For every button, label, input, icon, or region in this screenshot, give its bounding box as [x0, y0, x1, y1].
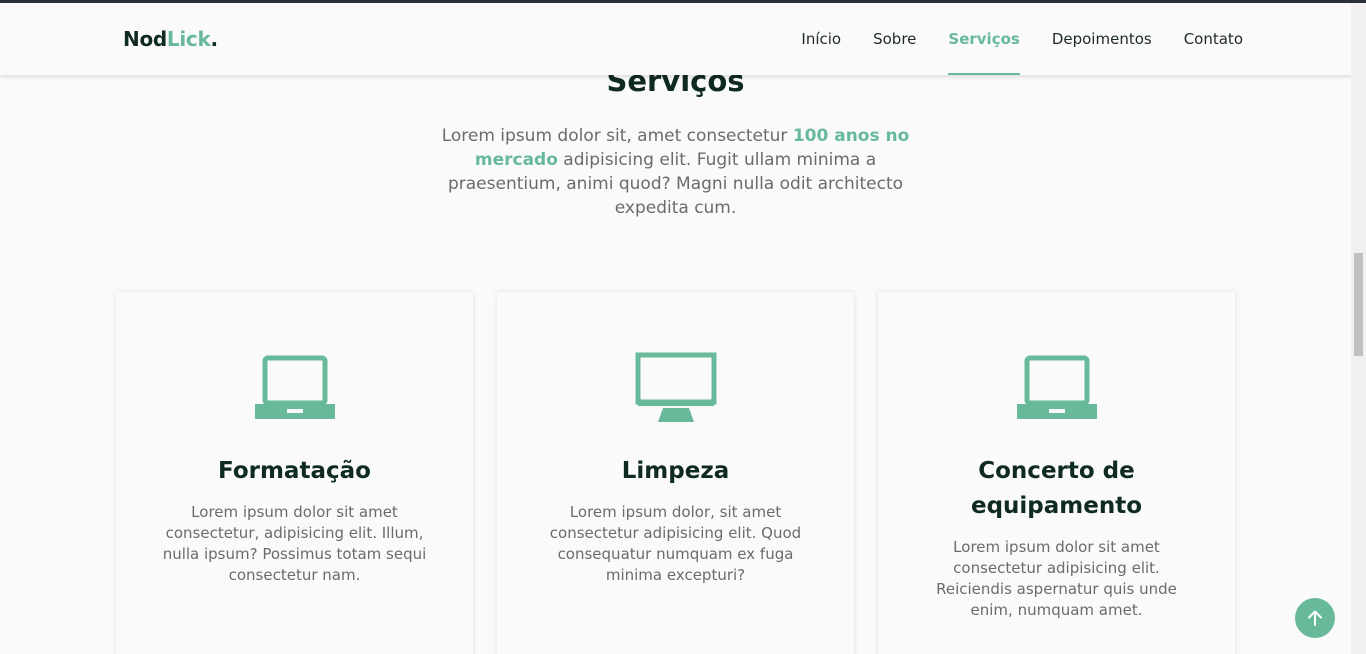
- arrow-up-icon: [1308, 610, 1322, 626]
- service-card-text: Lorem ipsum dolor, sit amet consectetur …: [549, 503, 802, 584]
- scrollbar-thumb[interactable]: [1354, 253, 1363, 356]
- laptop-icon: [116, 352, 473, 422]
- nav-item-inicio[interactable]: Início: [801, 3, 841, 75]
- service-card-concerto: Concerto de equipamento Lorem ipsum dolo…: [878, 292, 1235, 654]
- scroll-to-top-button[interactable]: [1295, 598, 1335, 638]
- nav-item-depoimentos[interactable]: Depoimentos: [1052, 3, 1152, 75]
- window-top-border: [0, 0, 1366, 3]
- service-card-title: Concerto de equipamento: [970, 458, 1143, 519]
- brand-logo[interactable]: NodLick.: [123, 27, 218, 51]
- nav-item-sobre[interactable]: Sobre: [873, 3, 916, 75]
- laptop-icon: [878, 352, 1235, 422]
- brand-dot: .: [210, 27, 218, 51]
- service-card-formatacao: Formatação Lorem ipsum dolor sit amet co…: [116, 292, 473, 654]
- section-description: Lorem ipsum dolor sit, amet consectetur …: [420, 124, 931, 220]
- page-scrollbar[interactable]: [1351, 3, 1366, 654]
- service-card-text: Lorem ipsum dolor sit amet consectetur a…: [936, 538, 1177, 619]
- service-card-text: Lorem ipsum dolor sit amet consectetur, …: [162, 503, 427, 584]
- service-card-title: Formatação: [218, 458, 371, 484]
- brand-name-part1: Nod: [123, 27, 167, 51]
- main-nav: Início Sobre Serviços Depoimentos Contat…: [801, 3, 1243, 75]
- nav-item-servicos[interactable]: Serviços: [948, 3, 1021, 75]
- service-card-limpeza: Limpeza Lorem ipsum dolor, sit amet cons…: [497, 292, 854, 654]
- nav-item-contato[interactable]: Contato: [1184, 3, 1243, 75]
- site-header: NodLick. Início Sobre Serviços Depoiment…: [0, 3, 1351, 75]
- service-card-title: Limpeza: [621, 458, 730, 484]
- brand-name-part2: Lick: [166, 27, 211, 51]
- section-desc-before: Lorem ipsum dolor sit, amet consectetur: [441, 126, 793, 146]
- desktop-monitor-icon: [497, 352, 854, 422]
